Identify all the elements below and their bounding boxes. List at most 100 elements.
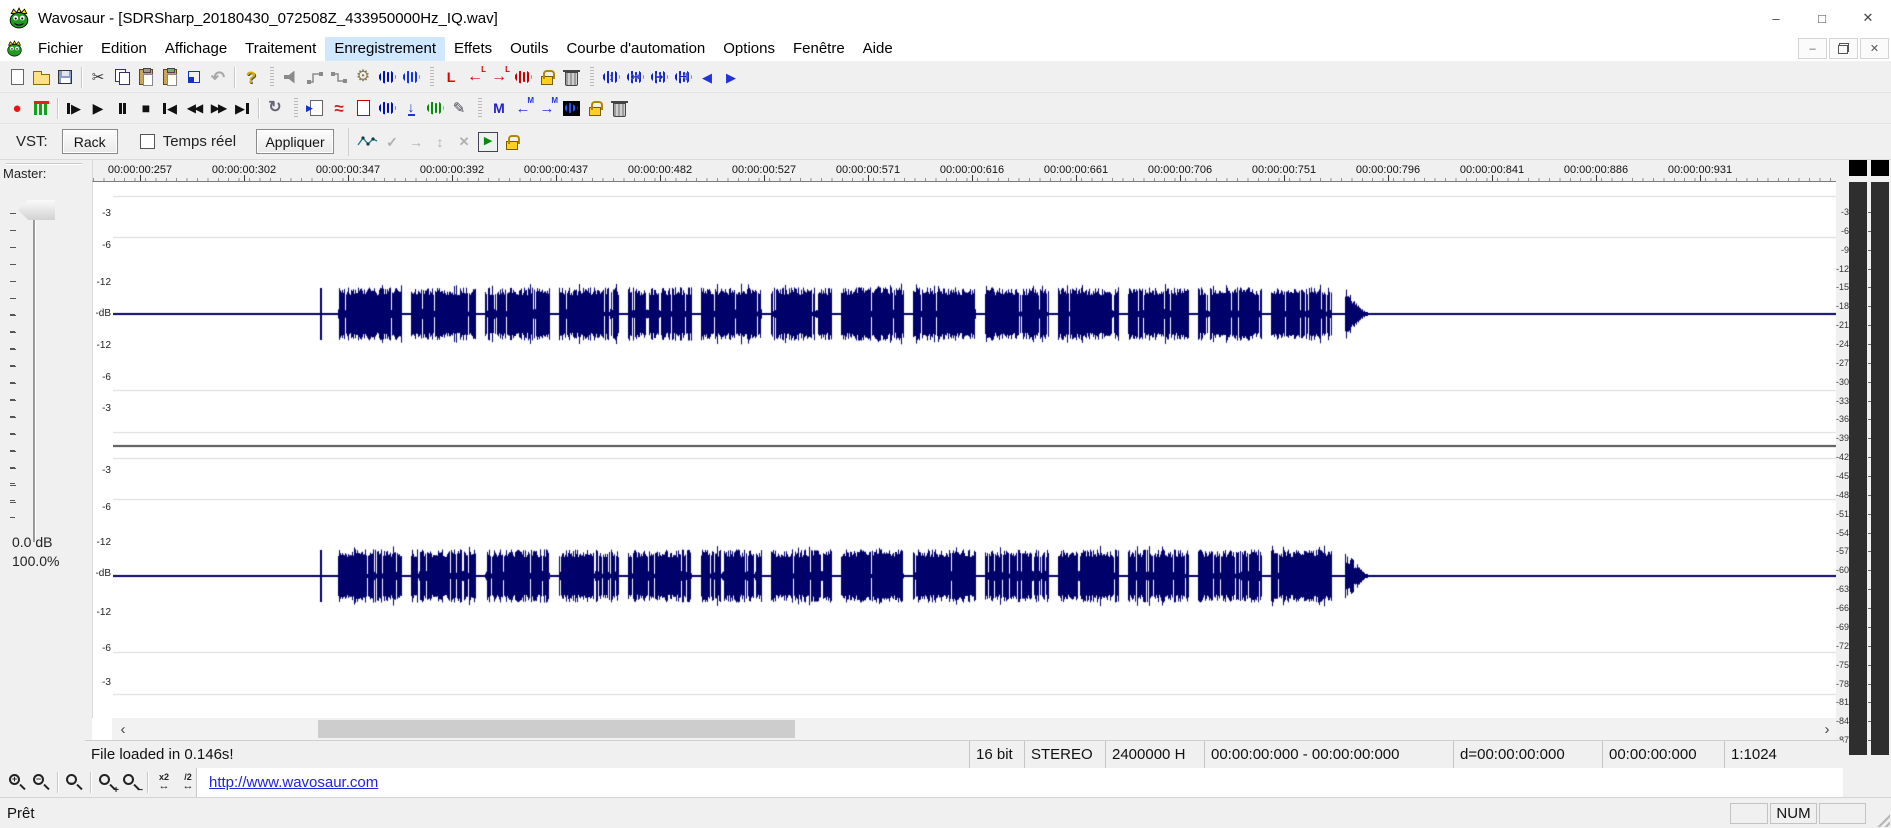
master-slider-handle[interactable]	[18, 200, 55, 220]
fast-forward-icon[interactable]: ▶▶	[206, 96, 230, 121]
paste-insert-icon[interactable]	[158, 65, 182, 90]
master-slider-track[interactable]	[33, 204, 36, 542]
delete-loop-icon[interactable]	[559, 65, 583, 90]
wavosaur-website-link[interactable]: http://www.wavosaur.com	[209, 774, 378, 791]
child-minimize-button[interactable]: –	[1798, 38, 1827, 59]
menu-affichage[interactable]: Affichage	[156, 37, 236, 61]
child-close-button[interactable]: ✕	[1860, 38, 1889, 59]
play-selection-end-icon[interactable]: ▶	[719, 65, 743, 90]
menu-enregistrement[interactable]: Enregistrement	[325, 37, 445, 61]
waveform-canvas[interactable]	[113, 182, 1839, 718]
waveform-zoom-icon[interactable]	[399, 65, 423, 90]
waveform-display[interactable]: -3-6-12-dB-12-6-3-3-6-12-dB-12-6-3	[92, 182, 1843, 718]
selection-expand-icon[interactable]: ↕	[599, 65, 623, 90]
child-restore-button[interactable]	[1829, 38, 1858, 59]
zoom-out-icon[interactable]: −	[29, 770, 53, 795]
resize-grip[interactable]	[1873, 810, 1890, 827]
loop-end-icon[interactable]: →L	[487, 65, 511, 90]
menu-fen-tre[interactable]: Fenêtre	[784, 37, 854, 61]
scrollbar-thumb[interactable]	[318, 720, 795, 738]
scroll-left-arrow[interactable]: ‹	[112, 718, 134, 740]
pause-icon[interactable]	[110, 96, 134, 121]
analysis-report-icon[interactable]	[351, 96, 375, 121]
loop-point-icon[interactable]: L	[439, 65, 463, 90]
automation-play-icon[interactable]: ▶	[478, 132, 498, 152]
automation-curve-icon[interactable]	[355, 129, 380, 154]
stop-icon[interactable]: ■	[134, 96, 158, 121]
paste-new-icon[interactable]	[182, 65, 206, 90]
vu-meter-icon[interactable]	[29, 96, 53, 121]
vst-apply-button[interactable]: Appliquer	[256, 129, 334, 154]
zoom-selection-icon[interactable]: _	[62, 770, 86, 795]
loop-playback-icon[interactable]: ↻	[263, 96, 287, 121]
menu-courbe-d-automation[interactable]: Courbe d'automation	[557, 37, 714, 61]
delete-markers-icon[interactable]	[607, 96, 631, 121]
monitor-audio-icon[interactable]	[279, 65, 303, 90]
zoom-x2-icon[interactable]: x2↔	[152, 770, 176, 795]
selection-left-icon[interactable]: ↤	[623, 65, 647, 90]
record-icon[interactable]: ●	[5, 96, 29, 121]
copy-icon[interactable]	[110, 65, 134, 90]
menu-outils[interactable]: Outils	[501, 37, 557, 61]
normalize-icon[interactable]: ↓	[399, 96, 423, 121]
node-editor-icon[interactable]	[303, 65, 327, 90]
play-from-cursor-icon[interactable]: ▶	[62, 96, 86, 121]
save-file-icon[interactable]	[53, 65, 77, 90]
automation-scale-icon[interactable]: ↕	[428, 129, 452, 154]
marker-selection-icon[interactable]	[559, 96, 583, 121]
play-selection-start-icon[interactable]: ◀	[695, 65, 719, 90]
menu-effets[interactable]: Effets	[445, 37, 501, 61]
zoom-vertical-in-icon[interactable]: +	[95, 770, 119, 795]
automation-delete-icon[interactable]: ✕	[452, 129, 476, 154]
spectrum-analysis-icon[interactable]: ≈	[327, 96, 351, 121]
selection-right-icon[interactable]: ↦	[647, 65, 671, 90]
help-icon[interactable]: ?	[239, 65, 263, 90]
close-button[interactable]: ✕	[1845, 0, 1891, 36]
status-cursor-position: 00:00:00:000	[1603, 741, 1725, 768]
marker-icon[interactable]: M	[487, 96, 511, 121]
play-icon[interactable]: ▶	[86, 96, 110, 121]
automation-lock-icon[interactable]	[500, 129, 524, 154]
zoom-vertical-out-icon[interactable]: −	[119, 770, 143, 795]
vst-rack-button[interactable]: Rack	[62, 129, 118, 154]
lock-loop-icon[interactable]	[535, 65, 559, 90]
selection-trim-icon[interactable]: ⊣	[671, 65, 695, 90]
menu-aide[interactable]: Aide	[854, 37, 902, 61]
menu-options[interactable]: Options	[714, 37, 784, 61]
draw-tool-icon[interactable]: ✎	[447, 96, 471, 121]
meter-tick	[1868, 533, 1871, 534]
previous-marker-icon[interactable]: ←M	[511, 96, 535, 121]
menu-edition[interactable]: Edition	[92, 37, 156, 61]
undo-icon[interactable]: ↶	[206, 65, 230, 90]
lock-markers-icon[interactable]	[583, 96, 607, 121]
loop-selection-icon[interactable]	[511, 65, 535, 90]
automation-apply-icon[interactable]: ✓	[380, 129, 404, 154]
new-file-icon[interactable]	[5, 65, 29, 90]
minimize-button[interactable]: –	[1753, 0, 1799, 36]
resample-icon[interactable]	[375, 96, 399, 121]
realtime-checkbox[interactable]	[140, 134, 155, 149]
zoom-in-icon[interactable]: +	[5, 770, 29, 795]
go-end-icon[interactable]: ▶	[230, 96, 254, 121]
master-tick	[10, 298, 15, 299]
open-file-icon[interactable]	[29, 65, 53, 90]
waveform-view-icon[interactable]	[375, 65, 399, 90]
tools-config-icon[interactable]: ⚙	[351, 65, 375, 90]
statistics-icon[interactable]	[423, 96, 447, 121]
rewind-icon[interactable]: ◀◀	[182, 96, 206, 121]
scroll-right-arrow[interactable]: ›	[1816, 718, 1838, 740]
menu-traitement[interactable]: Traitement	[236, 37, 325, 61]
timeline-ruler[interactable]: 00:00:00:25700:00:00:30200:00:00:34700:0…	[92, 160, 1843, 182]
go-start-icon[interactable]: ◀	[158, 96, 182, 121]
automation-step-icon[interactable]: →	[404, 129, 428, 154]
cut-icon[interactable]: ✂	[86, 65, 110, 90]
next-marker-icon[interactable]: →M	[535, 96, 559, 121]
loop-start-icon[interactable]: ←L	[463, 65, 487, 90]
insert-from-file-icon[interactable]	[303, 96, 327, 121]
maximize-button[interactable]: □	[1799, 0, 1845, 36]
node-editor2-icon[interactable]	[327, 65, 351, 90]
status-channels: STEREO	[1025, 741, 1106, 768]
paste-icon[interactable]	[134, 65, 158, 90]
menu-fichier[interactable]: Fichier	[29, 37, 92, 61]
horizontal-scrollbar[interactable]: ‹ ›	[112, 718, 1838, 740]
